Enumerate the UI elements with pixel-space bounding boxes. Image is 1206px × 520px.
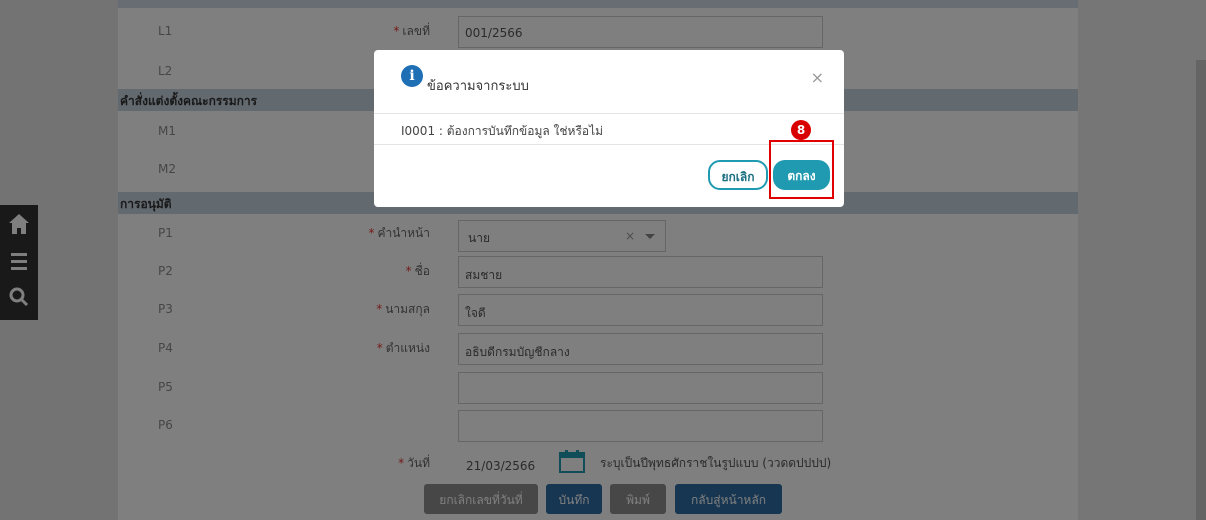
step-highlight-box (769, 140, 834, 199)
dialog-message: I0001 : ต้องการบันทึกข้อมูล ใช่หรือไม่ (401, 124, 604, 138)
dialog-cancel-button[interactable]: ยกเลิก (708, 160, 768, 190)
close-icon[interactable]: × (811, 68, 824, 87)
step-number-badge: 8 (791, 120, 811, 140)
dialog-title: ข้อความจากระบบ (427, 79, 529, 94)
info-icon: i (401, 65, 423, 87)
dialog-header: i ข้อความจากระบบ × (374, 50, 844, 114)
